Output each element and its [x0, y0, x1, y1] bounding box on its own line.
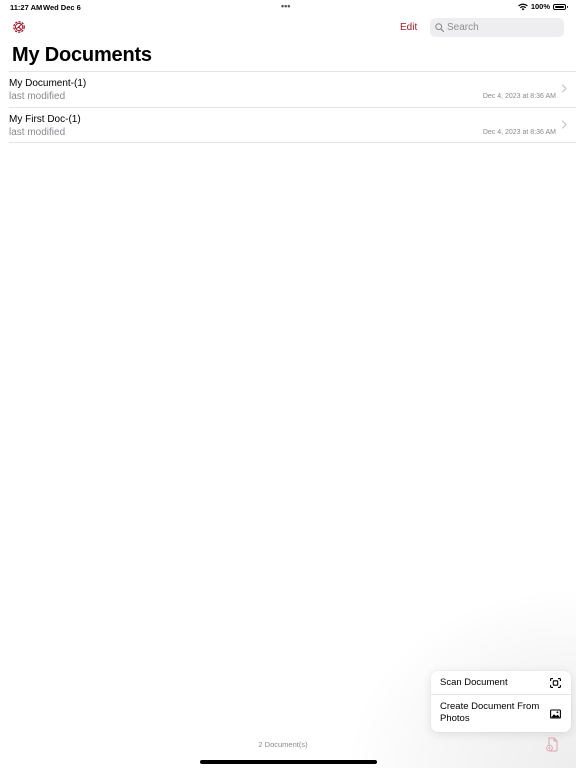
document-row[interactable]: My First Doc-(1) last modified Dec 4, 20… [9, 107, 576, 143]
nav-bar: Edit [0, 14, 576, 44]
menu-item-label: Scan Document [440, 677, 508, 688]
search-field[interactable] [430, 18, 564, 37]
battery-icon [553, 3, 568, 10]
document-subtitle: last modified [9, 127, 66, 138]
document-date: Dec 4, 2023 at 8:36 AM [482, 129, 556, 136]
status-date: Wed Dec 6 [43, 3, 81, 12]
menu-item-label: Create Document From Photos [440, 701, 540, 724]
new-document-icon[interactable] [546, 737, 559, 752]
photo-icon [550, 709, 561, 719]
search-input[interactable] [447, 22, 557, 33]
battery-percent: 100% [530, 2, 550, 11]
status-bar: 11:27 AM Wed Dec 6 ••• 100% [0, 0, 576, 14]
gear-icon[interactable] [12, 20, 26, 34]
document-list: My Document-(1) last modified Dec 4, 202… [0, 71, 576, 143]
new-document-menu: Scan Document Create Document From Photo… [431, 671, 571, 732]
home-indicator[interactable] [200, 760, 377, 764]
menu-item-scan-document[interactable]: Scan Document [431, 671, 571, 695]
search-icon [435, 23, 444, 32]
edit-button[interactable]: Edit [400, 22, 417, 33]
document-subtitle: last modified [9, 91, 66, 102]
menu-item-create-from-photos[interactable]: Create Document From Photos [431, 695, 571, 732]
document-name: My First Doc-(1) [9, 114, 81, 125]
page-title: My Documents [12, 44, 152, 66]
wifi-icon [518, 3, 528, 10]
chevron-right-icon [561, 84, 567, 93]
status-right: 100% [518, 2, 568, 11]
document-date: Dec 4, 2023 at 8:36 AM [482, 93, 556, 100]
document-name: My Document-(1) [9, 78, 87, 89]
scan-viewfinder-icon [550, 678, 561, 688]
chevron-right-icon [561, 120, 567, 129]
document-count: 2 Document(s) [258, 740, 308, 749]
document-row[interactable]: My Document-(1) last modified Dec 4, 202… [9, 71, 576, 107]
multitasking-dots[interactable]: ••• [281, 1, 290, 11]
status-time: 11:27 AM [10, 3, 43, 12]
